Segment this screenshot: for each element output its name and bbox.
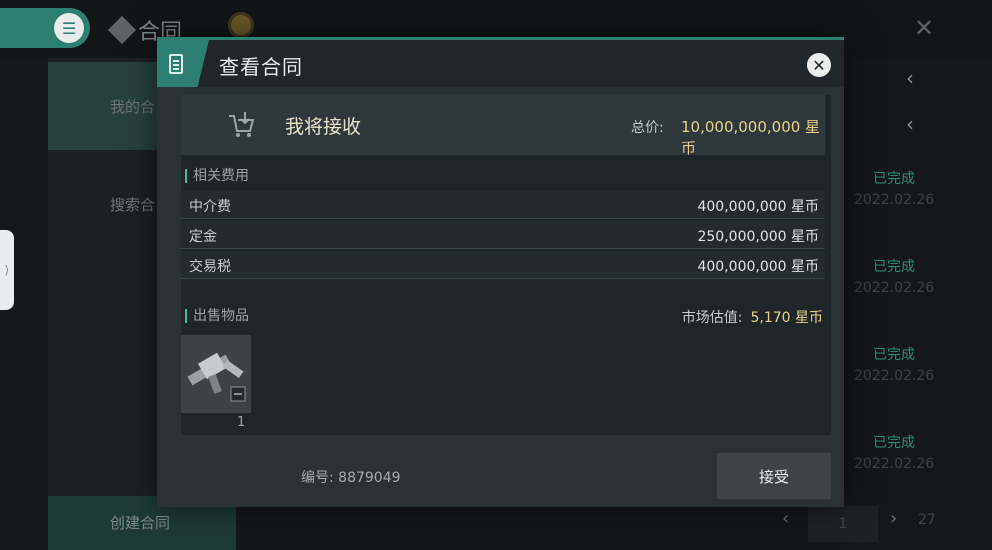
fee-name: 定金 xyxy=(189,229,217,245)
status-badge: 已完成 xyxy=(873,259,915,275)
total-price-label: 总价: xyxy=(631,120,664,136)
cart-receive-icon xyxy=(221,107,261,143)
date-text: 2022.02.26 xyxy=(854,456,935,472)
prev-page-icon[interactable]: ‹ xyxy=(782,508,789,529)
close-dialog-button[interactable]: ✕ xyxy=(807,53,831,77)
contract-dialog: 查看合同 ✕ 我将接收 总价: 10,000,000,000 星币 相关费用 中… xyxy=(157,37,844,507)
coin-icon xyxy=(228,12,254,38)
table-row: 交易税 400,000,000 星币 xyxy=(181,251,825,279)
market-estimate: 市场估值: 5,170 星币 xyxy=(682,307,823,327)
dialog-content: 我将接收 总价: 10,000,000,000 星币 相关费用 中介费 400,… xyxy=(181,95,831,435)
menu-button[interactable]: ☰ xyxy=(0,8,90,48)
page-input[interactable]: 1 xyxy=(808,506,878,542)
list-item: 已完成 2022.02.26 xyxy=(854,256,934,296)
chevron-left-icon[interactable]: ‹ xyxy=(906,112,914,136)
document-icon-box xyxy=(157,40,209,87)
date-text: 2022.02.26 xyxy=(854,280,935,296)
date-text: 2022.02.26 xyxy=(854,368,935,384)
chevron-left-icon[interactable]: ‹ xyxy=(906,66,914,90)
sale-section-title: 出售物品 xyxy=(185,309,249,323)
list-item: 已完成 2022.02.26 xyxy=(854,344,934,384)
fee-value: 250,000,000 星币 xyxy=(697,229,819,245)
status-badge: 已完成 xyxy=(873,347,915,363)
table-row: 定金 250,000,000 星币 xyxy=(181,221,825,249)
side-drawer-handle[interactable]: ⟩ xyxy=(0,230,14,310)
list-item: 已完成 2022.02.26 xyxy=(854,432,934,472)
create-contract-label: 创建合同 xyxy=(110,514,171,532)
table-row: 中介费 400,000,000 星币 xyxy=(181,191,825,219)
sale-item-slot[interactable] xyxy=(181,335,251,413)
cube-icon xyxy=(107,15,137,45)
menu-icon: ☰ xyxy=(54,13,84,43)
status-badge: 已完成 xyxy=(873,435,915,451)
close-icon[interactable]: ✕ xyxy=(914,14,934,42)
sidebar-item-search-label[interactable]: 搜索合 xyxy=(110,194,155,215)
dialog-header: 查看合同 ✕ xyxy=(157,37,844,87)
next-page-icon[interactable]: › xyxy=(890,508,897,529)
list-item: 已完成 2022.02.26 xyxy=(854,168,934,208)
document-icon xyxy=(169,53,183,74)
fee-value: 400,000,000 星币 xyxy=(697,199,819,215)
date-text: 2022.02.26 xyxy=(854,192,935,208)
fee-value: 400,000,000 星币 xyxy=(697,259,819,275)
sidebar-item-my-label: 我的合 xyxy=(110,98,156,116)
status-badge: 已完成 xyxy=(873,171,915,187)
dialog-title: 查看合同 xyxy=(219,55,303,79)
fee-name: 中介费 xyxy=(189,199,231,215)
total-price-value: 10,000,000,000 星币 xyxy=(681,118,821,157)
accept-button[interactable]: 接受 xyxy=(717,453,831,499)
item-count: 1 xyxy=(237,415,246,430)
market-estimate-value: 5,170 星币 xyxy=(750,310,823,326)
weapon-item-icon xyxy=(187,352,246,402)
receive-label: 我将接收 xyxy=(285,116,362,138)
fee-name: 交易税 xyxy=(189,259,231,275)
page-total: 27 xyxy=(918,512,936,528)
market-estimate-label: 市场估值: xyxy=(681,310,743,326)
fees-section-title: 相关费用 xyxy=(185,169,249,183)
receive-bar: 我将接收 总价: 10,000,000,000 星币 xyxy=(181,95,825,157)
contract-id: 编号: 8879049 xyxy=(301,470,401,486)
